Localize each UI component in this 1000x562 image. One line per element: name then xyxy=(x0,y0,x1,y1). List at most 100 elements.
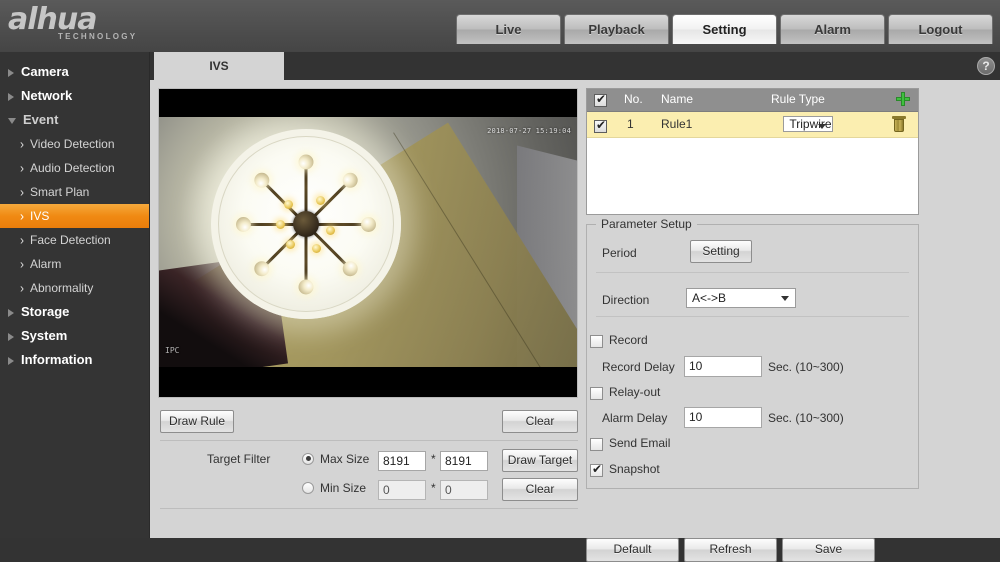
draw-target-button[interactable]: Draw Target xyxy=(502,449,578,472)
sidebar-item-label: Camera xyxy=(21,64,69,79)
record-checkbox[interactable] xyxy=(590,335,603,349)
sidebar-item-alarm[interactable]: › Alarm xyxy=(0,252,149,276)
select-all-checkbox[interactable] xyxy=(594,92,607,108)
row-no: 1 xyxy=(627,117,634,131)
chevron-down-icon xyxy=(781,296,789,301)
column-header-name: Name xyxy=(661,92,694,106)
chevron-down-icon xyxy=(817,124,826,129)
sidebar-item-system[interactable]: System xyxy=(0,324,149,348)
period-setting-button[interactable]: Setting xyxy=(690,240,752,263)
max-size-radio-row[interactable]: Max Size xyxy=(302,451,369,466)
min-size-radio-row[interactable]: Min Size xyxy=(302,480,366,495)
chevron-right-icon: › xyxy=(20,160,24,176)
chevron-right-icon xyxy=(8,92,14,101)
max-width-input[interactable]: 8191 xyxy=(378,451,426,471)
chevron-right-icon: › xyxy=(20,184,24,200)
refresh-button[interactable]: Refresh xyxy=(684,538,777,562)
snapshot-label: Snapshot xyxy=(609,462,660,476)
nav-tab-live[interactable]: Live xyxy=(456,14,561,44)
tab-ivs[interactable]: IVS xyxy=(154,52,284,80)
chevron-right-icon: › xyxy=(20,256,24,272)
chandelier xyxy=(211,129,401,319)
snapshot-checkbox-wrap[interactable] xyxy=(590,462,603,478)
table-row[interactable]: 1 Rule1 Tripwire xyxy=(587,112,918,138)
max-size-label: Max Size xyxy=(320,451,370,466)
relay-out-checkbox-wrap[interactable] xyxy=(590,386,603,401)
record-delay-unit: Sec. (10~300) xyxy=(768,360,844,374)
default-button[interactable]: Default xyxy=(586,538,679,562)
sidebar-item-audio-detection[interactable]: › Audio Detection xyxy=(0,156,149,180)
sidebar-item-label: Alarm xyxy=(30,257,62,271)
sidebar-item-abnormality[interactable]: › Abnormality xyxy=(0,276,149,300)
sidebar-item-information[interactable]: Information xyxy=(0,348,149,372)
sidebar-item-face-detection[interactable]: › Face Detection xyxy=(0,228,149,252)
clear-target-button[interactable]: Clear xyxy=(502,478,578,501)
max-size-radio[interactable] xyxy=(302,452,314,465)
delete-rule-icon[interactable] xyxy=(892,116,906,132)
sidebar-item-label: Abnormality xyxy=(30,281,94,295)
video-preview[interactable]: 2018-07-27 15:19:04 IPC xyxy=(158,88,578,398)
send-email-label: Send Email xyxy=(609,436,671,450)
send-email-checkbox-wrap[interactable] xyxy=(590,437,603,452)
direction-value: A<->B xyxy=(692,291,727,305)
rules-table: No. Name Rule Type 1 Rule1 Tripwire xyxy=(586,88,919,215)
sidebar-item-label: Storage xyxy=(21,304,70,319)
relay-out-label: Relay-out xyxy=(609,385,661,399)
min-height-input[interactable]: 0 xyxy=(440,480,488,500)
target-filter-label: Target Filter xyxy=(207,452,271,466)
sidebar-item-label: Audio Detection xyxy=(30,161,115,175)
help-icon[interactable]: ? xyxy=(977,57,995,75)
sidebar-item-network[interactable]: Network xyxy=(0,84,149,108)
nav-tab-logout[interactable]: Logout xyxy=(888,14,993,44)
multiply-symbol: * xyxy=(431,452,436,466)
send-email-checkbox[interactable] xyxy=(590,438,603,452)
rule-type-select[interactable]: Tripwire xyxy=(783,116,833,132)
chevron-right-icon: › xyxy=(20,232,24,248)
main-nav: Live Playback Setting Alarm Logout xyxy=(456,14,996,52)
record-delay-label: Record Delay xyxy=(602,360,675,374)
period-label: Period xyxy=(602,246,637,260)
direction-select[interactable]: A<->B xyxy=(686,288,796,308)
relay-out-checkbox[interactable] xyxy=(590,387,603,401)
content-tabbar: IVS ? xyxy=(150,52,1000,80)
chevron-right-icon: › xyxy=(20,280,24,296)
sidebar-item-ivs[interactable]: › IVS xyxy=(0,204,149,228)
sidebar-item-event[interactable]: Event xyxy=(0,108,149,132)
snapshot-checkbox[interactable] xyxy=(590,462,603,478)
record-label: Record xyxy=(609,333,648,347)
draw-rule-button[interactable]: Draw Rule xyxy=(160,410,234,433)
chevron-down-icon xyxy=(8,117,16,124)
divider xyxy=(160,508,578,509)
min-width-input[interactable]: 0 xyxy=(378,480,426,500)
sidebar-item-smart-plan[interactable]: › Smart Plan xyxy=(0,180,149,204)
divider xyxy=(596,272,909,273)
save-button[interactable]: Save xyxy=(782,538,875,562)
nav-tab-alarm[interactable]: Alarm xyxy=(780,14,885,44)
chevron-right-icon xyxy=(8,332,14,341)
min-size-radio[interactable] xyxy=(302,481,314,494)
record-checkbox-wrap[interactable] xyxy=(590,334,603,349)
record-delay-input[interactable]: 10 xyxy=(684,356,762,377)
alarm-delay-unit: Sec. (10~300) xyxy=(768,411,844,425)
max-height-input[interactable]: 8191 xyxy=(440,451,488,471)
sidebar-item-label: Smart Plan xyxy=(30,185,90,199)
chandelier-hub xyxy=(293,211,319,237)
app-header: alhua TECHNOLOGY Live Playback Setting A… xyxy=(0,0,1000,53)
add-rule-icon[interactable] xyxy=(896,92,910,106)
rules-table-header: No. Name Rule Type xyxy=(587,89,918,112)
dahua-logo: alhua TECHNOLOGY xyxy=(8,5,188,47)
nav-tab-setting[interactable]: Setting xyxy=(672,14,777,44)
sidebar-item-video-detection[interactable]: › Video Detection xyxy=(0,132,149,156)
row-checkbox[interactable] xyxy=(594,118,607,134)
alarm-delay-input[interactable]: 10 xyxy=(684,407,762,428)
multiply-symbol: * xyxy=(431,481,436,495)
clear-rule-button[interactable]: Clear xyxy=(502,410,578,433)
sidebar-item-label: Information xyxy=(21,352,93,367)
column-header-no: No. xyxy=(624,92,643,106)
chevron-right-icon: › xyxy=(20,208,24,224)
sidebar-item-storage[interactable]: Storage xyxy=(0,300,149,324)
nav-tab-playback[interactable]: Playback xyxy=(564,14,669,44)
sidebar-item-camera[interactable]: Camera xyxy=(0,60,149,84)
sidebar-item-label: Face Detection xyxy=(30,233,111,247)
sidebar-item-label: Event xyxy=(23,112,59,127)
